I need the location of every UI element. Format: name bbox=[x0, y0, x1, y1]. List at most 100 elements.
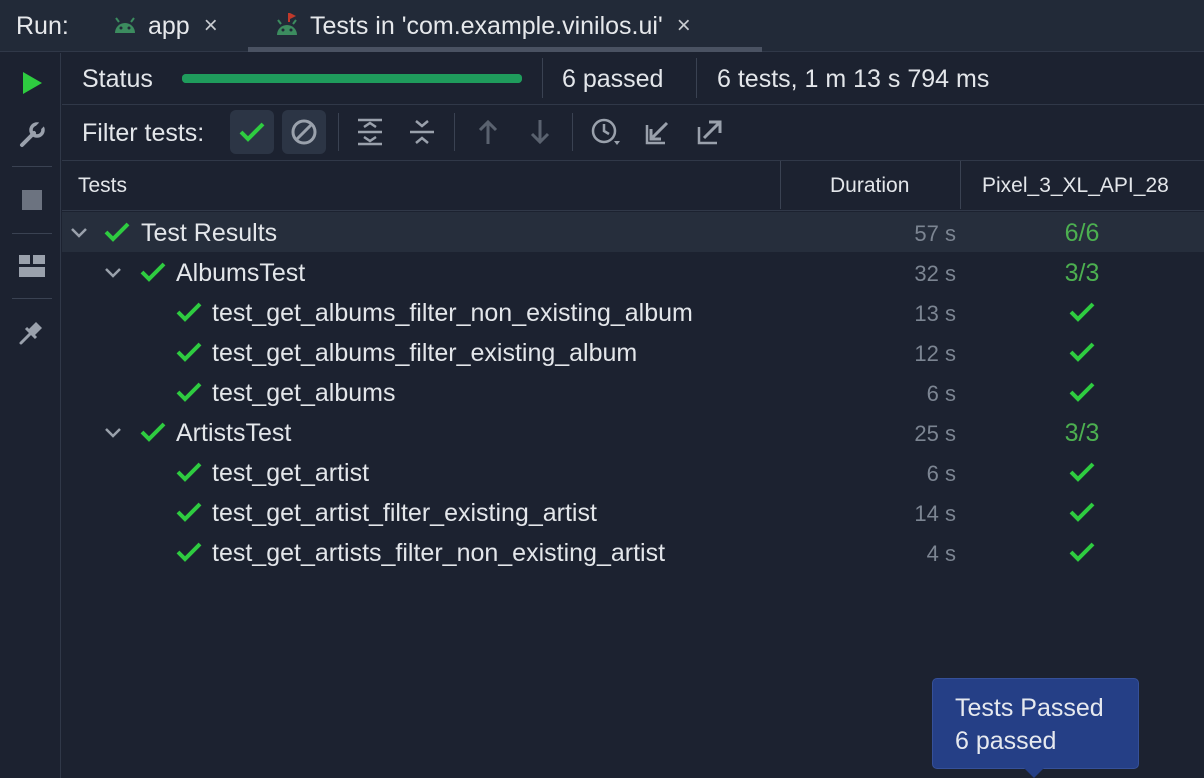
test-name: test_get_albums bbox=[212, 379, 396, 407]
status-label: Status bbox=[82, 65, 153, 93]
test-duration: 32 s bbox=[914, 261, 956, 286]
android-test-icon bbox=[277, 13, 297, 35]
tooltip-pointer bbox=[1024, 768, 1044, 778]
passed-check-icon bbox=[1069, 462, 1095, 482]
column-header-device[interactable]: Pixel_3_XL_API_28 bbox=[982, 174, 1169, 198]
test-name: ArtistsTest bbox=[176, 419, 292, 447]
tree-row-suite[interactable]: AlbumsTest 32 s 3/3 bbox=[62, 252, 1204, 292]
test-duration: 25 s bbox=[914, 421, 956, 446]
tree-row-test[interactable]: test_get_artists_filter_non_existing_art… bbox=[62, 532, 1204, 572]
tree-row-test[interactable]: test_get_albums_filter_existing_album 12… bbox=[62, 332, 1204, 372]
column-divider bbox=[960, 161, 961, 209]
history-icon[interactable] bbox=[584, 110, 628, 154]
tree-row-test[interactable]: test_get_albums_filter_non_existing_albu… bbox=[62, 292, 1204, 332]
test-name: test_get_artist bbox=[212, 459, 370, 487]
wrench-icon[interactable] bbox=[14, 117, 50, 153]
tab-app-label: app bbox=[148, 11, 190, 40]
test-result-count: 6/6 bbox=[1064, 219, 1100, 247]
stop-icon[interactable] bbox=[14, 182, 50, 218]
passed-check-icon bbox=[140, 262, 166, 282]
column-header-duration[interactable]: Duration bbox=[830, 174, 909, 198]
chevron-down-icon[interactable] bbox=[102, 261, 124, 283]
expand-all-icon[interactable] bbox=[348, 110, 392, 154]
passed-check-icon bbox=[1069, 382, 1095, 402]
passed-check-icon bbox=[176, 542, 202, 562]
tooltip-title: Tests Passed bbox=[955, 694, 1104, 722]
test-progress-bar bbox=[182, 74, 522, 83]
passed-check-icon bbox=[1069, 302, 1095, 322]
run-toolbar: Run: app × Tests in 'com.example.vinilos… bbox=[0, 0, 1204, 52]
test-result-count: 3/3 bbox=[1064, 419, 1100, 447]
test-duration: 6 s bbox=[926, 381, 956, 406]
column-divider bbox=[780, 161, 781, 209]
test-duration: 13 s bbox=[914, 301, 956, 326]
passed-check-icon bbox=[1069, 542, 1095, 562]
active-tab-indicator bbox=[248, 47, 762, 52]
pin-icon[interactable] bbox=[14, 314, 50, 350]
tooltip-body: 6 passed bbox=[955, 727, 1057, 755]
tree-row-test[interactable]: test_get_artist_filter_existing_artist 1… bbox=[62, 492, 1204, 532]
progress-fill bbox=[182, 74, 522, 83]
divider bbox=[454, 113, 455, 151]
tree-row-suite[interactable]: ArtistsTest 25 s 3/3 bbox=[62, 412, 1204, 452]
test-name: Test Results bbox=[141, 219, 278, 247]
tree-row-test[interactable]: test_get_albums 6 s bbox=[62, 372, 1204, 412]
toolbar-divider bbox=[12, 166, 52, 167]
test-name: AlbumsTest bbox=[176, 259, 306, 287]
test-result-count: 3/3 bbox=[1064, 259, 1100, 287]
toolbar-divider bbox=[12, 233, 52, 234]
next-failed-icon[interactable] bbox=[518, 110, 562, 154]
test-name: test_get_artists_filter_non_existing_art… bbox=[212, 539, 666, 567]
passed-check-icon bbox=[1069, 502, 1095, 522]
show-ignored-icon[interactable] bbox=[282, 110, 326, 154]
tab-tests-label: Tests in 'com.example.vinilos.ui' bbox=[310, 11, 663, 40]
run-icon[interactable] bbox=[14, 65, 50, 101]
chevron-down-icon[interactable] bbox=[102, 421, 124, 443]
test-name: test_get_albums_filter_existing_album bbox=[212, 339, 638, 367]
passed-check-icon bbox=[176, 342, 202, 362]
test-duration: 14 s bbox=[914, 501, 956, 526]
tool-strip bbox=[0, 53, 61, 778]
passed-check-icon bbox=[1069, 342, 1095, 362]
passed-check-icon bbox=[176, 382, 202, 402]
collapse-all-icon[interactable] bbox=[400, 110, 444, 154]
filter-label: Filter tests: bbox=[82, 119, 205, 147]
test-name: test_get_albums_filter_non_existing_albu… bbox=[212, 299, 693, 327]
test-summary: 6 tests, 1 m 13 s 794 ms bbox=[717, 65, 990, 93]
tree-row-test[interactable]: test_get_artist 6 s bbox=[62, 452, 1204, 492]
divider bbox=[696, 58, 697, 98]
test-name: test_get_artist_filter_existing_artist bbox=[212, 499, 597, 527]
status-bar: Status 6 passed 6 tests, 1 m 13 s 794 ms bbox=[62, 53, 1204, 105]
close-icon[interactable]: × bbox=[204, 12, 218, 40]
passed-check-icon bbox=[176, 502, 202, 522]
test-duration: 4 s bbox=[926, 541, 956, 566]
toolbar-divider bbox=[12, 298, 52, 299]
table-header: Tests Duration Pixel_3_XL_API_28 bbox=[62, 161, 1204, 211]
passed-check-icon bbox=[104, 222, 130, 242]
divider bbox=[338, 113, 339, 151]
divider bbox=[542, 58, 543, 98]
layout-icon[interactable] bbox=[14, 248, 50, 284]
tab-app[interactable]: app × bbox=[112, 0, 218, 52]
chevron-down-icon[interactable] bbox=[68, 221, 90, 243]
close-icon[interactable]: × bbox=[677, 12, 691, 40]
test-duration: 6 s bbox=[926, 461, 956, 486]
tree-row-root[interactable]: Test Results 57 s 6/6 bbox=[62, 212, 1204, 252]
previous-failed-icon[interactable] bbox=[466, 110, 510, 154]
passed-check-icon bbox=[140, 422, 166, 442]
android-icon bbox=[115, 17, 135, 33]
passed-check-icon bbox=[176, 302, 202, 322]
test-duration: 12 s bbox=[914, 341, 956, 366]
show-passed-icon[interactable] bbox=[230, 110, 274, 154]
export-tests-icon[interactable] bbox=[688, 110, 732, 154]
tests-passed-tooltip: Tests Passed 6 passed bbox=[932, 678, 1139, 769]
test-duration: 57 s bbox=[914, 221, 956, 246]
divider bbox=[572, 113, 573, 151]
filter-toolbar: Filter tests: bbox=[62, 105, 1204, 161]
run-label: Run: bbox=[16, 12, 69, 40]
passed-check-icon bbox=[176, 462, 202, 482]
tab-tests[interactable]: Tests in 'com.example.vinilos.ui' × bbox=[274, 0, 691, 52]
passed-count: 6 passed bbox=[562, 65, 664, 93]
column-header-tests[interactable]: Tests bbox=[78, 174, 127, 198]
import-tests-icon[interactable] bbox=[636, 110, 680, 154]
